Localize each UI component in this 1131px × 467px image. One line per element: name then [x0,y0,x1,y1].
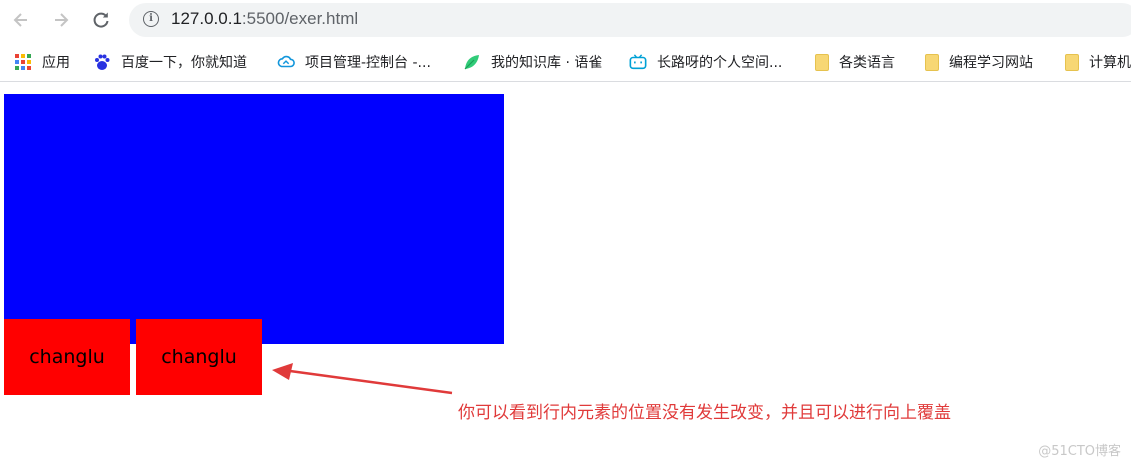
bookmark-folder-computer[interactable]: 计算机 [1065,51,1131,73]
bookmark-folder-languages[interactable]: 各类语言 [815,51,895,73]
bookmark-bilibili-space[interactable]: 长路呀的个人空间... [629,51,782,73]
inline-span-first: changlu [4,319,130,395]
page-viewport: changlu changlu 你可以看到行内元素的位置没有发生改变，并且可以进… [0,83,1131,467]
bookmarks-bar: 应用 百度一下，你就知道 项目管理-控制台 -... 我的知识库 · 语雀 长路… [0,43,1131,82]
bilibili-tv-icon [629,54,647,70]
reload-button[interactable] [87,6,115,34]
folder-icon [815,53,829,71]
watermark: @51CTO博客 [1038,444,1121,459]
bookmark-label: 各类语言 [839,55,895,71]
blue-block-div [4,94,504,344]
apps-grid-icon [15,54,31,70]
bookmark-yuque[interactable]: 我的知识库 · 语雀 [463,51,602,73]
bookmark-apps[interactable]: 应用 [14,51,70,73]
bookmark-label: 项目管理-控制台 -... [305,55,431,71]
bookmark-label: 长路呀的个人空间... [657,55,783,71]
bookmark-label: 我的知识库 · 语雀 [491,55,603,71]
folder-icon [1065,53,1079,71]
arrow-right-icon [55,13,69,27]
browser-toolbar: i 127.0.0.1:5500/exer.html [0,0,1131,40]
annotation-text: 你可以看到行内元素的位置没有发生改变，并且可以进行向上覆盖 [458,403,951,423]
back-button[interactable] [7,6,35,34]
browser-chrome: i 127.0.0.1:5500/exer.html 应用 百度一下，你就知道 … [0,0,1131,82]
bookmark-folder-learning-sites[interactable]: 编程学习网站 [925,51,1033,73]
url-host: 127.0.0.1 [171,9,242,28]
url-text[interactable]: 127.0.0.1:5500/exer.html [171,9,358,29]
folder-icon [925,53,939,71]
inline-span-second: changlu [136,319,262,395]
url-path: :5500/exer.html [241,9,359,28]
yuque-leaf-icon [464,55,479,70]
address-bar[interactable]: i 127.0.0.1:5500/exer.html [129,3,1131,37]
arrow-left-icon [13,13,27,27]
baidu-paw-icon [95,54,110,70]
bookmark-label: 计算机 [1089,55,1131,71]
cloud-icon [277,55,295,68]
bookmark-project-management[interactable]: 项目管理-控制台 -... [277,51,431,73]
bookmark-label: 应用 [42,55,70,71]
info-icon[interactable]: i [143,11,159,27]
bookmark-label: 编程学习网站 [949,55,1033,71]
bookmark-baidu[interactable]: 百度一下，你就知道 [93,51,247,73]
forward-button[interactable] [47,6,75,34]
bookmark-label: 百度一下，你就知道 [121,55,247,71]
reload-icon [93,12,109,28]
